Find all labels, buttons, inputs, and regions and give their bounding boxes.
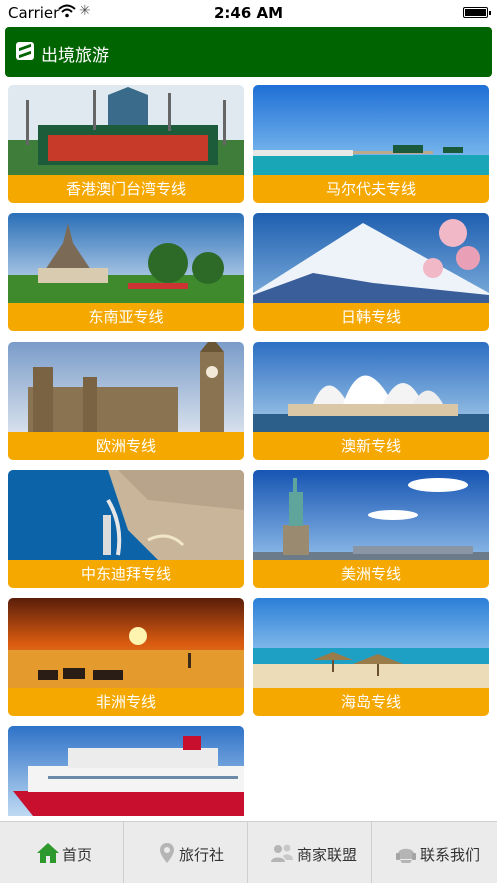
tab-label: 联系我们 bbox=[420, 846, 481, 864]
header-bar: 出境旅游 bbox=[5, 27, 492, 77]
dubai-coast-photo bbox=[8, 470, 244, 560]
route-tile-japan-korea[interactable]: 日韩专线 bbox=[253, 213, 489, 331]
tab-contact-us[interactable]: 联系我们 bbox=[372, 822, 497, 883]
users-icon bbox=[270, 842, 294, 864]
route-label: 日韩专线 bbox=[253, 303, 489, 331]
route-label: 美洲专线 bbox=[253, 560, 489, 588]
location-pin-icon bbox=[155, 842, 179, 864]
home-icon bbox=[36, 842, 60, 864]
route-tile-europe[interactable]: 欧洲专线 bbox=[8, 342, 244, 460]
island-beach-photo bbox=[253, 598, 489, 688]
route-tile-australia-nz[interactable]: 澳新专线 bbox=[253, 342, 489, 460]
route-label: 澳新专线 bbox=[253, 432, 489, 460]
route-label: 非洲专线 bbox=[8, 688, 244, 716]
route-tile-maldives[interactable]: 马尔代夫专线 bbox=[253, 85, 489, 203]
status-bar: Carrier ✳ 2:46 AM bbox=[0, 0, 497, 26]
route-tile-hk-macau-taiwan[interactable]: 香港澳门台湾专线 bbox=[8, 85, 244, 203]
big-ben-photo bbox=[8, 342, 244, 432]
tab-travel-agency[interactable]: 旅行社 bbox=[124, 822, 248, 883]
route-tile-americas[interactable]: 美洲专线 bbox=[253, 470, 489, 588]
route-tile-dubai[interactable]: 中东迪拜专线 bbox=[8, 470, 244, 588]
tab-label: 旅行社 bbox=[179, 846, 225, 864]
mount-fuji-photo bbox=[253, 213, 489, 303]
tab-label: 商家联盟 bbox=[297, 846, 358, 864]
route-label: 海岛专线 bbox=[253, 688, 489, 716]
route-tile-africa[interactable]: 非洲专线 bbox=[8, 598, 244, 716]
cruise-ship-photo bbox=[8, 726, 244, 816]
route-tile-cruise[interactable] bbox=[8, 726, 244, 821]
app-logo-icon bbox=[16, 42, 34, 60]
tab-merchant-alliance[interactable]: 商家联盟 bbox=[248, 822, 372, 883]
headset-icon bbox=[394, 842, 418, 864]
status-time: 2:46 AM bbox=[213, 4, 284, 22]
disneyland-castle-photo bbox=[8, 85, 244, 175]
route-tile-southeast-asia[interactable]: 东南亚专线 bbox=[8, 213, 244, 331]
route-label: 中东迪拜专线 bbox=[8, 560, 244, 588]
statue-of-liberty-photo bbox=[253, 470, 489, 560]
route-label: 欧洲专线 bbox=[8, 432, 244, 460]
route-tile-islands[interactable]: 海岛专线 bbox=[253, 598, 489, 716]
tab-home[interactable]: 首页 bbox=[0, 822, 124, 883]
route-label: 东南亚专线 bbox=[8, 303, 244, 331]
route-label: 马尔代夫专线 bbox=[253, 175, 489, 203]
route-label: 香港澳门台湾专线 bbox=[8, 175, 244, 203]
bottom-tab-bar: 首页 旅行社 商家联盟 联系我们 bbox=[0, 821, 497, 883]
maldives-pier-photo bbox=[253, 85, 489, 175]
thai-temple-photo bbox=[8, 213, 244, 303]
africa-sunset-zebra-photo bbox=[8, 598, 244, 688]
sydney-opera-house-photo bbox=[253, 342, 489, 432]
tab-label: 首页 bbox=[62, 846, 93, 864]
battery-icon bbox=[463, 7, 491, 18]
page-title: 出境旅游 bbox=[41, 46, 109, 66]
